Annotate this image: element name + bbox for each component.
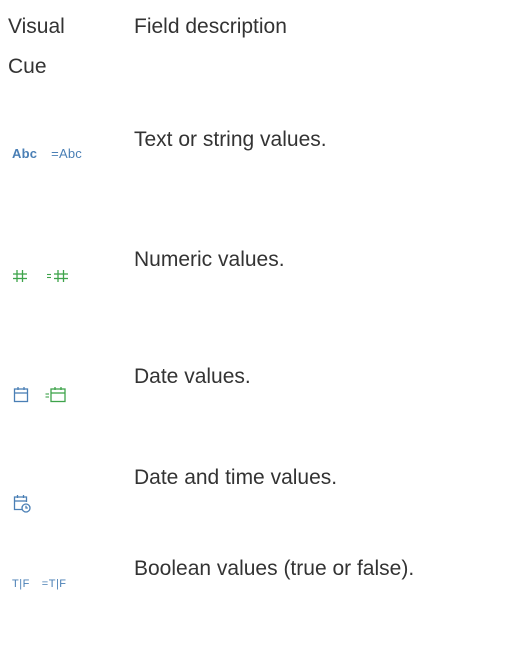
datetime-icon — [13, 494, 31, 513]
row-text: Text or string values. Abc =Abc — [0, 118, 508, 218]
visual-cue: T|F =T|F — [12, 578, 67, 590]
date-icon — [13, 386, 29, 403]
text-icon: Abc — [12, 146, 38, 161]
calculated-boolean-icon: =T|F — [41, 578, 67, 590]
row-description: Numeric values. — [134, 248, 285, 271]
row-numeric: Numeric values. — [0, 238, 508, 338]
calculated-date-icon — [45, 386, 67, 403]
row-description: Text or string values. — [134, 128, 327, 151]
row-description: Date and time values. — [134, 466, 338, 489]
row-boolean: Boolean values (true or false). T|F =T|F — [0, 552, 508, 652]
visual-cue — [13, 386, 67, 403]
header-visual-cue: Visual Cue — [8, 15, 65, 78]
visual-cue — [13, 494, 31, 513]
row-datetime: Date and time values. — [0, 464, 508, 564]
row-description: Date values. — [134, 365, 251, 388]
row-date: Date values. — [0, 355, 508, 455]
header-field-description: Field description — [134, 15, 287, 38]
row-description: Boolean values (true or false). — [134, 557, 415, 580]
calculated-number-icon — [46, 268, 70, 284]
visual-cue: Abc =Abc — [12, 146, 82, 161]
calculated-text-icon: =Abc — [51, 146, 82, 161]
boolean-icon: T|F — [12, 578, 30, 590]
number-icon — [12, 268, 28, 284]
visual-cue — [12, 268, 70, 284]
